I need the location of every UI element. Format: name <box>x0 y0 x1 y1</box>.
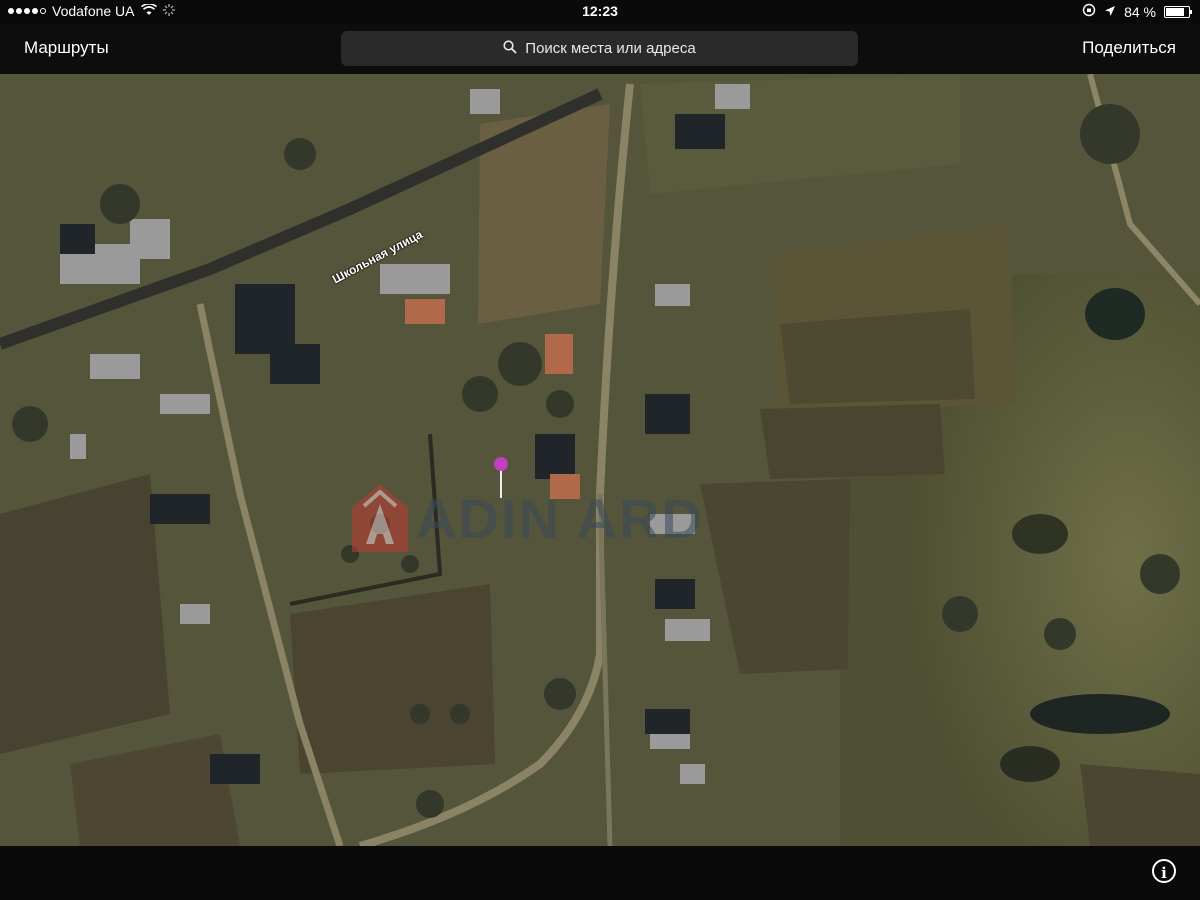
location-arrow-icon <box>1104 4 1116 20</box>
search-icon <box>503 39 517 58</box>
battery-percent: 84 % <box>1124 3 1156 20</box>
watermark: ADIN ARD <box>350 482 704 554</box>
rotation-lock-icon <box>1082 3 1096 20</box>
watermark-logo-icon <box>352 484 408 552</box>
routes-button[interactable]: Маршруты <box>24 38 109 58</box>
bottom-toolbar: i <box>0 846 1200 900</box>
search-placeholder: Поиск места или адреса <box>525 40 696 57</box>
search-field[interactable]: Поиск места или адреса <box>341 31 858 66</box>
satellite-imagery <box>0 74 1200 846</box>
clock: 12:23 <box>582 3 618 19</box>
battery-icon <box>1164 5 1192 18</box>
map-pin-icon[interactable] <box>494 457 508 471</box>
map-toolbar: Маршруты Поиск места или адреса Поделить… <box>0 24 1200 74</box>
watermark-text: ADIN ARD <box>416 486 704 550</box>
satellite-map[interactable]: Школьная улица ADIN ARD <box>0 74 1200 846</box>
status-right: 84 % <box>1082 3 1192 20</box>
info-icon[interactable]: i <box>1152 859 1176 883</box>
status-bar: Vodafone UA 12:23 84 % <box>0 0 1200 24</box>
share-button[interactable]: Поделиться <box>1082 38 1176 58</box>
